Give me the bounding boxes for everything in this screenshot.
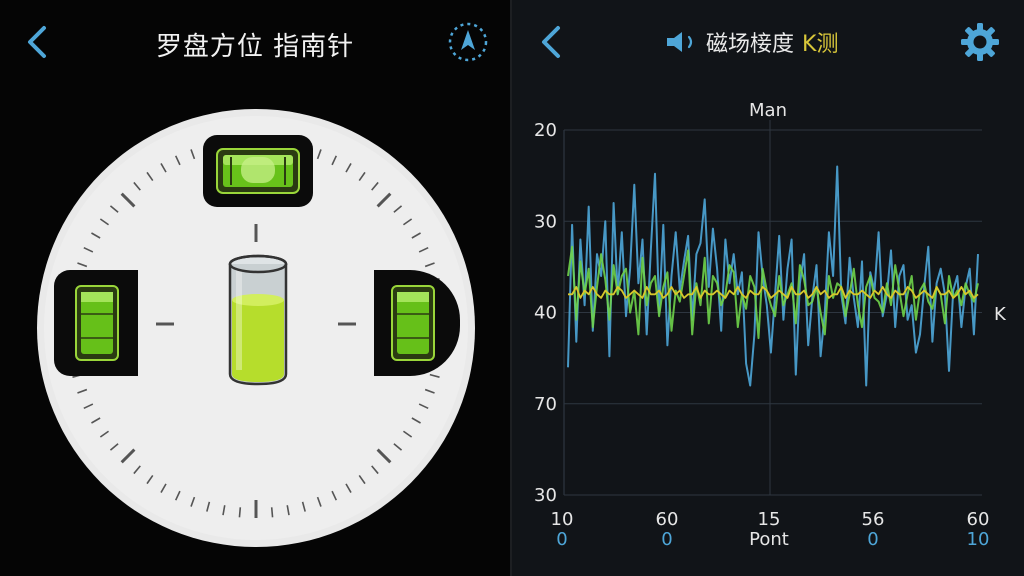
speaker-icon[interactable] <box>664 29 698 55</box>
dial-tick <box>238 507 242 518</box>
title-main: 磁场椄度 <box>706 32 795 57</box>
magnetic-chart: Man 20 30 40 70 30 10 60 15 56 60 0 0 Pont 0 10 K <box>512 90 1024 560</box>
navigation-compass-icon[interactable] <box>446 20 490 64</box>
y-tick-label: 30 <box>534 485 557 506</box>
x-tick-label: 60 <box>656 509 679 530</box>
y-tick-label: 20 <box>534 120 557 141</box>
back-button[interactable] <box>22 22 52 62</box>
x-tick-sublabel: 0 <box>661 529 672 550</box>
back-button-right[interactable] <box>536 22 566 62</box>
chevron-left-icon <box>542 26 560 58</box>
compass-panel: 罗盘方位 指南针 <box>0 0 512 576</box>
x-tick-label: 15 <box>758 509 781 530</box>
chart-title: Man <box>749 100 787 121</box>
x-tick-sublabel: 0 <box>556 529 567 550</box>
bubble-level-vertical-left <box>54 270 138 376</box>
x-tick-sublabel: 0 <box>867 529 878 550</box>
page-title: 罗盘方位 指南针 <box>155 32 355 62</box>
x-tick-label: 56 <box>862 509 885 530</box>
gear-icon[interactable] <box>958 20 1002 64</box>
series-line-blue <box>567 165 979 387</box>
chevron-left-icon <box>28 26 46 58</box>
bubble-level-vertical-right <box>374 270 460 376</box>
right-axis-label: K <box>994 304 1007 325</box>
center-level-tube <box>226 252 290 388</box>
x-tick-sublabel: Pont <box>749 529 789 550</box>
y-tick-label: 30 <box>534 211 557 232</box>
y-tick-label: 70 <box>534 394 557 415</box>
x-tick-label: 10 <box>551 509 574 530</box>
dial-tick <box>270 507 274 518</box>
y-tick-label: 40 <box>534 303 557 324</box>
title-accent: K测 <box>802 32 839 57</box>
bubble-level-horizontal <box>203 135 313 207</box>
x-tick-label: 60 <box>967 509 990 530</box>
x-tick-sublabel: 10 <box>967 529 990 550</box>
magnetic-title: 磁场椄度 K测 <box>664 26 838 58</box>
